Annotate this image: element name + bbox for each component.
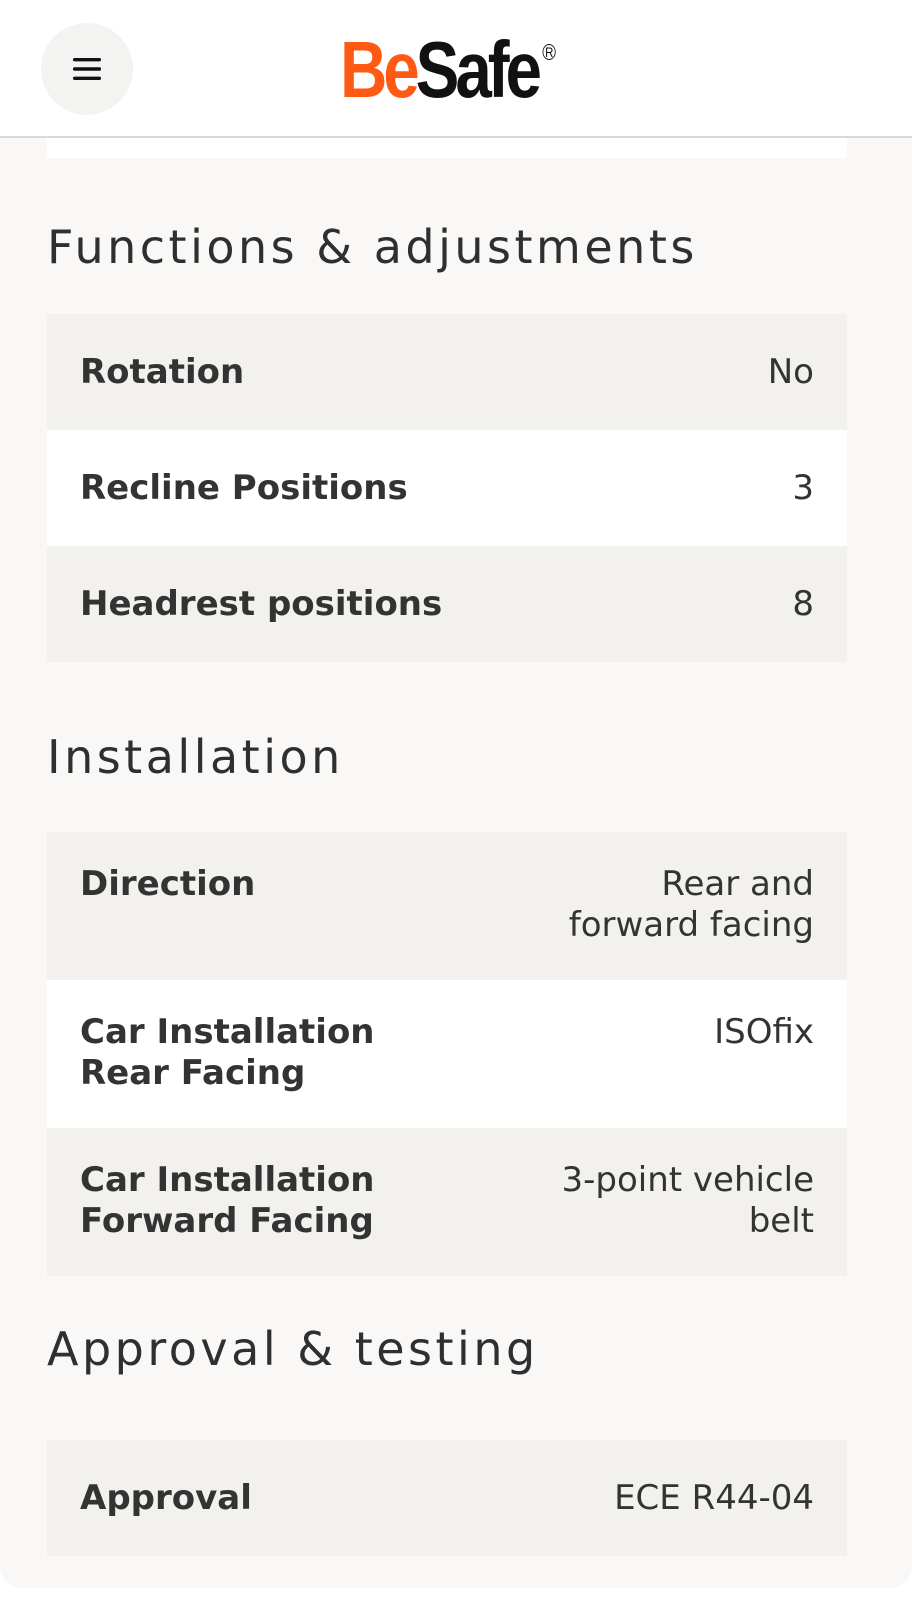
table-row: Headrest positions 8 bbox=[47, 546, 847, 662]
row-value: ECE R44-04 bbox=[614, 1477, 814, 1518]
section-title-approval: Approval & testing bbox=[47, 1322, 539, 1376]
approval-table: Approval ECE R44-04 bbox=[47, 1440, 847, 1556]
section-title-functions: Functions & adjustments bbox=[47, 220, 698, 274]
table-row: Recline Positions 3 bbox=[47, 430, 847, 546]
row-value: No bbox=[767, 351, 814, 392]
besafe-logo[interactable]: Be Safe R bbox=[340, 30, 556, 110]
row-label: Rotation bbox=[80, 351, 245, 392]
section-title-installation: Installation bbox=[47, 730, 344, 784]
row-value: ISOfix bbox=[714, 1012, 814, 1052]
row-label: Car Installation Forward Facing bbox=[80, 1160, 375, 1241]
table-row: Car Installation Rear Facing ISOfix bbox=[47, 980, 847, 1128]
table-row: Car Installation Forward Facing 3-point … bbox=[47, 1128, 847, 1276]
row-label: Direction bbox=[80, 864, 256, 904]
site-header: Be Safe R bbox=[0, 0, 912, 138]
row-value: Rear and forward facing bbox=[568, 864, 814, 945]
row-value: 3 bbox=[792, 467, 814, 508]
table-row: Rotation No bbox=[47, 314, 847, 430]
table-row: Approval ECE R44-04 bbox=[47, 1440, 847, 1556]
installation-table: Direction Rear and forward facing Car In… bbox=[47, 832, 847, 1276]
menu-button[interactable] bbox=[41, 23, 133, 115]
row-label: Headrest positions bbox=[80, 583, 443, 624]
registered-mark: R bbox=[542, 44, 556, 60]
spec-content: Functions & adjustments Rotation No Recl… bbox=[0, 138, 912, 1588]
row-label: Approval bbox=[80, 1477, 252, 1518]
row-label: Recline Positions bbox=[80, 467, 408, 508]
table-row: Direction Rear and forward facing bbox=[47, 832, 847, 980]
functions-table: Rotation No Recline Positions 3 Headrest… bbox=[47, 314, 847, 662]
row-value: 8 bbox=[792, 583, 814, 624]
row-label: Car Installation Rear Facing bbox=[80, 1012, 375, 1093]
hamburger-menu-icon bbox=[73, 58, 101, 80]
row-value: 3-point vehicle belt bbox=[561, 1160, 814, 1241]
logo-be: Be bbox=[340, 25, 420, 114]
logo-safe: Safe bbox=[415, 25, 542, 114]
previous-table-edge bbox=[47, 138, 847, 158]
